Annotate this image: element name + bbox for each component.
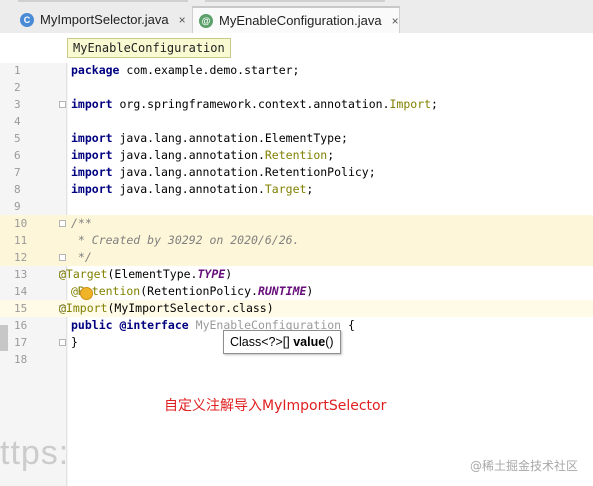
- code-line-5: import java.lang.annotation.ElementType;: [71, 130, 348, 147]
- fold-marker-icon[interactable]: [59, 101, 66, 108]
- fold-marker-icon[interactable]: [59, 254, 66, 261]
- enum-constant: TYPE: [197, 267, 226, 281]
- code-line-14: @Retention(RetentionPolicy.RUNTIME): [71, 283, 313, 300]
- line-number: 16: [14, 319, 28, 332]
- code-text: ;: [306, 182, 314, 196]
- tab-top-edge: [205, 0, 385, 2]
- line-number: 7: [14, 166, 21, 179]
- code-text: ): [225, 267, 233, 281]
- line-number: 12: [14, 251, 28, 264]
- enum-constant: RUNTIME: [257, 284, 307, 298]
- breadcrumb[interactable]: MyEnableConfiguration: [67, 38, 231, 58]
- tooltip-type: Class<?>[]: [230, 335, 294, 349]
- side-panel-marker: [0, 325, 8, 351]
- code-line-10: /**: [71, 216, 92, 230]
- line-number: 8: [14, 183, 21, 196]
- keyword: import: [71, 148, 113, 162]
- line-number: 18: [14, 353, 28, 366]
- line-number: 17: [14, 336, 28, 349]
- code-text: java.lang.annotation.ElementType;: [112, 131, 348, 145]
- code-text: Target: [264, 182, 307, 196]
- line-number: 6: [14, 149, 21, 162]
- line-number: 4: [14, 115, 21, 128]
- line-number: 14: [14, 285, 28, 298]
- annotation: @Target: [59, 267, 108, 281]
- code-line-8: import java.lang.annotation.Target;: [71, 181, 313, 198]
- keyword: public: [71, 318, 113, 332]
- line-number: 10: [14, 217, 28, 230]
- code-text: ): [306, 284, 314, 298]
- tab-myenableconfiguration[interactable]: @ MyEnableConfiguration.java ×: [192, 6, 400, 33]
- fold-marker-icon[interactable]: [59, 339, 66, 346]
- code-text: org.springframework.context.annotation.: [112, 97, 390, 111]
- code-line-3: import org.springframework.context.annot…: [71, 96, 438, 113]
- line-number: 3: [14, 98, 21, 111]
- line-number: 2: [14, 81, 21, 94]
- line-number: 1: [14, 64, 21, 77]
- tab-top-edge: [18, 0, 188, 2]
- code-text: ;: [327, 148, 335, 162]
- keyword: import: [71, 97, 113, 111]
- line-number: 9: [14, 200, 21, 213]
- close-icon[interactable]: ×: [392, 14, 399, 28]
- parameter-info-tooltip: Class<?>[] value(): [223, 330, 341, 354]
- tooltip-param: value: [293, 335, 326, 349]
- code-text: (RetentionPolicy.: [140, 284, 258, 298]
- editor-tab-bar: C MyImportSelector.java × @ MyEnableConf…: [0, 0, 593, 34]
- tab-myimportselector[interactable]: C MyImportSelector.java ×: [14, 6, 192, 33]
- code-text: java.lang.annotation.RetentionPolicy;: [112, 165, 376, 179]
- code-text: com.example.demo.starter;: [119, 63, 300, 77]
- watermark-left: ttps:: [0, 434, 70, 472]
- line-number: 11: [14, 234, 28, 247]
- code-line-13: @Target(ElementType.TYPE): [59, 266, 232, 283]
- code-line-1: package com.example.demo.starter;: [71, 62, 299, 79]
- code-text: Import: [389, 97, 432, 111]
- code-text: (ElementType.: [107, 267, 198, 281]
- annotation-note: 自定义注解导入MyImportSelector: [164, 398, 387, 414]
- fold-marker-icon[interactable]: [59, 220, 66, 227]
- line-number: 15: [14, 302, 28, 315]
- code-line-15: @Import(MyImportSelector.class): [59, 300, 274, 317]
- tab-label: MyImportSelector.java: [40, 12, 169, 27]
- code-text: ;: [431, 97, 438, 111]
- keyword: import: [71, 165, 113, 179]
- lightbulb-icon[interactable]: [80, 287, 93, 300]
- line-number: 5: [14, 132, 21, 145]
- annotation-at-icon: @: [199, 13, 213, 28]
- watermark-right: @稀土掘金技术社区: [470, 459, 579, 473]
- code-text: Retention: [264, 148, 328, 162]
- close-icon[interactable]: ×: [179, 13, 186, 27]
- code-line-17: }: [71, 335, 78, 349]
- code-line-7: import java.lang.annotation.RetentionPol…: [71, 164, 376, 181]
- keyword: import: [71, 182, 113, 196]
- keyword: package: [71, 63, 120, 77]
- code-line-11: * Created by 30292 on 2020/6/26.: [71, 233, 300, 247]
- line-number: 13: [14, 268, 28, 281]
- code-text: java.lang.annotation.: [112, 148, 265, 162]
- code-line-6: import java.lang.annotation.Retention;: [71, 147, 334, 164]
- keyword: import: [71, 131, 113, 145]
- code-line-12: */: [71, 250, 92, 264]
- keyword: @interface: [112, 318, 196, 332]
- tab-label: MyEnableConfiguration.java: [219, 13, 382, 28]
- code-text: java.lang.annotation.: [112, 182, 265, 196]
- breadcrumb-bar: MyEnableConfiguration: [0, 33, 593, 63]
- code-text: (MyImportSelector.class): [107, 301, 274, 315]
- code-text: {: [341, 318, 355, 332]
- class-c-icon: C: [20, 12, 34, 27]
- annotation: @Import: [59, 301, 108, 315]
- tooltip-suffix: (): [325, 335, 334, 349]
